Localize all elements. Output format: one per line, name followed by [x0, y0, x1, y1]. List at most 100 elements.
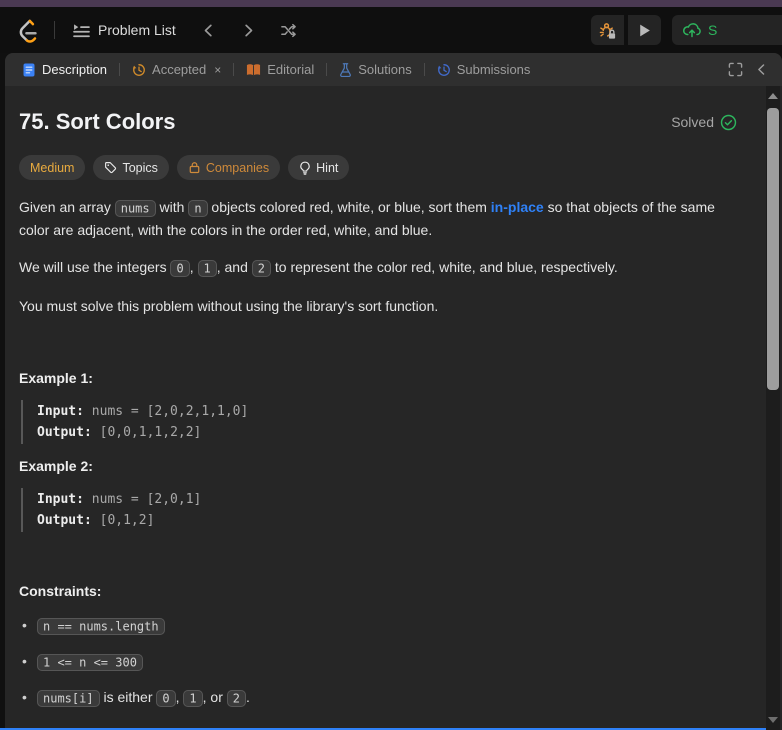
prev-problem-button[interactable]	[194, 15, 224, 45]
input-value: nums = [2,0,2,1,1,0]	[83, 404, 249, 419]
lightbulb-icon	[300, 161, 310, 175]
input-value: nums = [2,0,1]	[83, 492, 202, 507]
inline-code: n == nums.length	[37, 617, 165, 635]
description-paragraph-1: Given an array nums with n objects color…	[19, 199, 715, 238]
play-icon	[640, 24, 650, 36]
run-button[interactable]	[628, 15, 661, 45]
constraint-item: 1 <= n <= 300	[19, 650, 737, 673]
inline-code: nums	[114, 199, 156, 217]
example-1-label: Example 1:	[19, 370, 93, 386]
inline-link[interactable]: in-place	[491, 199, 544, 215]
leetcode-logo[interactable]	[10, 13, 44, 47]
scrollbar-down-arrow[interactable]	[766, 713, 780, 727]
inline-code: n	[188, 199, 208, 217]
description-panel: Description Accepted × Editorial Solutio…	[5, 53, 782, 730]
debugger-lock-icon	[599, 22, 616, 39]
scrollbar-up-arrow[interactable]	[766, 89, 780, 103]
hint-button[interactable]: Hint	[288, 155, 350, 180]
tab-divider	[326, 63, 328, 76]
output-value: [0,0,1,1,2,2]	[91, 425, 202, 440]
scrollbar-thumb[interactable]	[767, 108, 779, 390]
output-value: [0,1,2]	[91, 513, 155, 528]
leetcode-logo-icon	[19, 19, 37, 43]
solved-label: Solved	[671, 114, 714, 130]
problem-list-button[interactable]: Problem List	[65, 16, 184, 45]
vertical-scrollbar	[766, 86, 780, 730]
output-label: Output:	[37, 425, 92, 440]
topics-button[interactable]: Topics	[93, 155, 169, 180]
tag-row: Medium Topics Companies Hint	[19, 155, 737, 180]
submit-button[interactable]: S	[672, 15, 782, 45]
close-icon[interactable]: ×	[214, 64, 221, 76]
random-problem-button[interactable]	[274, 15, 304, 45]
hint-label: Hint	[316, 160, 339, 175]
example-1-block: Input: nums = [2,0,2,1,1,0] Output: [0,0…	[21, 400, 737, 444]
book-icon	[247, 63, 261, 75]
nav-divider	[54, 21, 55, 39]
check-circle-icon	[720, 114, 737, 130]
top-navbar: Problem List S	[0, 7, 782, 53]
flask-icon	[340, 62, 352, 77]
output-label: Output:	[37, 513, 92, 528]
inline-code: 2	[226, 689, 246, 707]
debug-button[interactable]	[591, 15, 624, 45]
constraint-list: n == nums.length 1 <= n <= 300 nums[i] i…	[19, 614, 737, 709]
tab-divider	[233, 63, 235, 76]
description-icon	[23, 63, 35, 76]
constraint-item: nums[i] is either 0, 1, or 2.	[19, 686, 737, 709]
history-icon	[132, 63, 145, 76]
cloud-upload-icon	[683, 23, 701, 38]
problem-list-icon	[73, 23, 90, 37]
input-label: Input:	[37, 404, 84, 419]
constraints-label: Constraints:	[19, 583, 102, 599]
expand-button[interactable]	[728, 62, 743, 77]
panel-tabbar: Description Accepted × Editorial Solutio…	[5, 53, 782, 86]
description-paragraph-2: We will use the integers 0, 1, and 2 to …	[19, 259, 618, 277]
tab-solutions-label: Solutions	[358, 62, 412, 77]
tab-divider	[423, 63, 425, 76]
tab-solutions[interactable]: Solutions	[332, 57, 418, 82]
topics-label: Topics	[122, 160, 158, 175]
companies-button[interactable]: Companies	[176, 155, 281, 180]
fullscreen-icon	[728, 62, 743, 77]
submissions-history-icon	[437, 63, 450, 76]
problem-content: 75. Sort Colors Solved Medium Topics Com…	[5, 86, 767, 730]
next-problem-button[interactable]	[234, 15, 264, 45]
tab-editorial[interactable]: Editorial	[239, 57, 321, 82]
example-2-label: Example 2:	[19, 458, 93, 474]
chevron-right-icon	[245, 24, 253, 36]
tab-submissions-label: Submissions	[456, 62, 531, 77]
problem-title: 75. Sort Colors	[19, 109, 176, 134]
input-label: Input:	[37, 492, 84, 507]
lock-icon	[189, 162, 200, 174]
title-row: 75. Sort Colors Solved	[19, 107, 737, 137]
chevron-left-icon	[758, 64, 765, 75]
tab-accepted[interactable]: Accepted ×	[125, 57, 228, 82]
tab-description-label: Description	[42, 62, 108, 77]
tab-editorial-label: Editorial	[267, 62, 315, 77]
inline-code: 1	[183, 689, 203, 707]
tab-accepted-label: Accepted	[152, 62, 207, 77]
nav-left-group: Problem List	[10, 13, 304, 47]
tab-submissions[interactable]: Submissions	[430, 57, 538, 82]
chevron-left-icon	[204, 24, 212, 36]
constraint-item: n == nums.length	[19, 614, 737, 637]
tab-divider	[119, 63, 121, 76]
inline-code: 0	[156, 689, 176, 707]
inline-code: nums[i]	[37, 689, 100, 707]
shuffle-icon	[281, 23, 297, 37]
window-top-strip	[0, 0, 782, 7]
tag-icon	[105, 162, 117, 174]
collapse-panel-button[interactable]	[755, 63, 768, 76]
example-2-block: Input: nums = [2,0,1] Output: [0,1,2]	[21, 488, 737, 532]
inline-code: 1	[197, 259, 217, 277]
tab-description[interactable]: Description	[15, 57, 114, 82]
inline-code: 2	[251, 259, 271, 277]
inline-code: 1 <= n <= 300	[37, 653, 143, 671]
tabbar-right-group	[728, 62, 774, 77]
submit-label: S	[708, 22, 718, 38]
companies-label: Companies	[205, 160, 270, 175]
difficulty-badge[interactable]: Medium	[19, 155, 86, 180]
solved-status: Solved	[671, 114, 737, 131]
description-paragraph-3: You must solve this problem without usin…	[19, 297, 439, 314]
